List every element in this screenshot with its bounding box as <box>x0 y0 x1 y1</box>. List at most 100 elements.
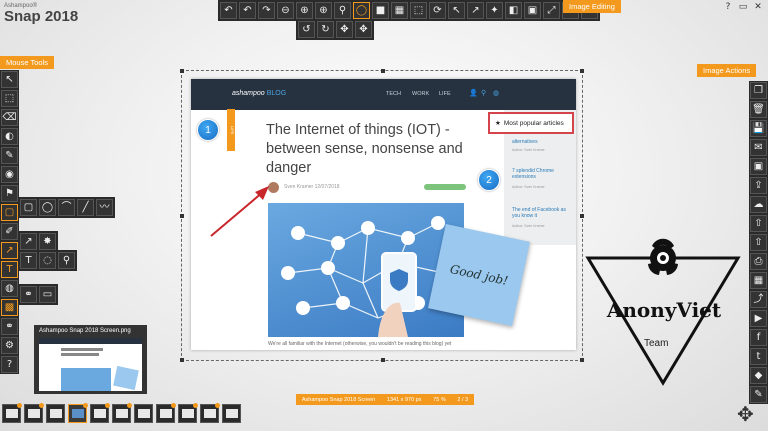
resize-handle[interactable] <box>580 69 584 73</box>
resize-handle[interactable] <box>180 214 184 218</box>
arrow-icon[interactable]: ↗ <box>1 242 18 259</box>
rectangle-icon[interactable]: ▭ <box>39 286 56 303</box>
arrow-icon[interactable]: ↗ <box>20 233 37 250</box>
resize-handle[interactable] <box>580 214 584 218</box>
pointer-icon[interactable]: ↖ <box>448 2 465 19</box>
color-icon[interactable]: ◍ <box>1 280 18 297</box>
filmstrip-thumbnail[interactable] <box>68 403 88 423</box>
twitter-icon[interactable]: t <box>750 348 767 365</box>
undo-icon[interactable]: ↶ <box>239 2 256 19</box>
help-icon[interactable]: ? <box>722 2 734 12</box>
copy-icon[interactable]: ❐ <box>750 82 767 99</box>
filmstrip-thumbnail[interactable] <box>134 404 153 423</box>
stamp-icon[interactable]: ⚑ <box>1 185 18 202</box>
filmstrip-thumbnail[interactable] <box>2 403 22 423</box>
resize-handle[interactable] <box>381 358 385 362</box>
step-marker-2[interactable]: 2 <box>478 169 500 191</box>
marker-icon[interactable]: ✎ <box>1 147 18 164</box>
fill-icon[interactable]: ◉ <box>1 166 18 183</box>
cursor-icon[interactable]: ↖ <box>1 71 18 88</box>
filmstrip-thumbnail[interactable] <box>156 403 176 423</box>
redo-icon[interactable]: ↷ <box>258 2 275 19</box>
filmstrip-thumbnail[interactable] <box>112 403 132 423</box>
shape-icon[interactable]: ▢ <box>1 204 18 221</box>
filmstrip-thumbnail[interactable] <box>222 404 241 423</box>
rectangle-icon[interactable]: ▢ <box>20 199 37 216</box>
pin-icon[interactable]: ⚲ <box>58 252 75 269</box>
curve-icon[interactable]: ⌒ <box>58 199 75 216</box>
line-icon[interactable]: ╱ <box>77 199 94 216</box>
annotation-arrow[interactable] <box>205 180 275 240</box>
export-icon[interactable]: ⇪ <box>750 177 767 194</box>
image-icon[interactable]: ▣ <box>750 158 767 175</box>
resize-handle[interactable] <box>381 69 385 73</box>
fit-to-window-icon[interactable]: ✥ <box>737 402 754 426</box>
facebook-icon[interactable]: f <box>750 329 767 346</box>
filmstrip-thumbnail[interactable] <box>200 403 220 423</box>
rotate-right-icon[interactable]: ↻ <box>317 21 334 38</box>
cursor-icon[interactable]: ↗ <box>467 2 484 19</box>
resize-handle[interactable] <box>180 358 184 362</box>
top-toolbar: ↶ ↶ ↷ ⊖ ⊕ ⊕ ⚲ ◯ ■ ▦ ⬚ ⟳ ↖ ↗ ✦ ◧ ▣ ⤢ ⌗ ? <box>218 0 600 21</box>
upload-icon[interactable]: ⇧ <box>750 234 767 251</box>
filmstrip <box>2 403 241 423</box>
close-icon[interactable]: ✕ <box>752 2 764 12</box>
polyline-icon[interactable]: 〰 <box>96 199 113 216</box>
move-icon[interactable]: ✥ <box>355 21 372 38</box>
magic-icon[interactable]: ✦ <box>486 2 503 19</box>
status-position: 2 / 3 <box>457 396 469 403</box>
grid-icon[interactable]: ▦ <box>750 272 767 289</box>
filmstrip-thumbnail[interactable] <box>46 404 65 423</box>
select-icon[interactable]: ◯ <box>353 2 370 19</box>
text-icon[interactable]: T <box>20 252 37 269</box>
watermark-name: AnonyViet <box>606 298 722 322</box>
print-icon[interactable]: ⎙ <box>750 253 767 270</box>
highlight-icon[interactable]: ◐ <box>1 128 18 145</box>
zoom-out-icon[interactable]: ⊖ <box>277 2 294 19</box>
image-icon[interactable]: ▣ <box>524 2 541 19</box>
filmstrip-thumbnail[interactable] <box>90 403 110 423</box>
thumbnail-preview[interactable]: Ashampoo Snap 2018 Screen.png <box>34 325 147 394</box>
share-icon[interactable]: ⤴ <box>750 291 767 308</box>
user-icon: 👤 <box>469 90 478 97</box>
undo-icon[interactable]: ↶ <box>220 2 237 19</box>
move-icon[interactable]: ✥ <box>336 21 353 38</box>
link-icon[interactable]: ⚭ <box>20 286 37 303</box>
color-icon[interactable]: ◧ <box>505 2 522 19</box>
expand-icon[interactable]: ⤢ <box>543 2 560 19</box>
rectangle-icon[interactable]: ■ <box>372 2 389 19</box>
eraser-icon[interactable]: ⌫ <box>1 109 18 126</box>
delete-icon[interactable]: 🗑 <box>750 101 767 118</box>
ellipse-icon[interactable]: ◯ <box>39 199 56 216</box>
help-icon[interactable]: ? <box>1 356 18 373</box>
link-icon[interactable]: ⚭ <box>1 318 18 335</box>
grid-icon[interactable]: ▦ <box>391 2 408 19</box>
speech-bubble-icon[interactable]: ◌ <box>39 252 56 269</box>
search-icon[interactable]: ⚲ <box>334 2 351 19</box>
rotate-icon[interactable]: ⟳ <box>429 2 446 19</box>
filmstrip-thumbnail[interactable] <box>178 403 198 423</box>
sticky-note[interactable]: Good job! <box>427 223 531 327</box>
resize-handle[interactable] <box>180 69 184 73</box>
email-icon[interactable]: ✉ <box>750 139 767 156</box>
video-icon[interactable]: ▶ <box>750 310 767 327</box>
spark-icon[interactable]: ✸ <box>39 233 56 250</box>
zoom-in-icon[interactable]: ⊕ <box>296 2 313 19</box>
filmstrip-thumbnail[interactable] <box>24 403 44 423</box>
save-icon[interactable]: 💾 <box>750 120 767 137</box>
minimize-icon[interactable]: ▭ <box>737 2 749 12</box>
blur-icon[interactable]: ▩ <box>1 299 18 316</box>
settings-icon[interactable]: ⚙ <box>1 337 18 354</box>
edit-icon[interactable]: ✎ <box>750 386 767 403</box>
crop-icon[interactable]: ⬚ <box>1 90 18 107</box>
text-icon[interactable]: T <box>1 261 18 278</box>
zoom-in-icon[interactable]: ⊕ <box>315 2 332 19</box>
nav-tech: TECH <box>386 91 401 97</box>
resize-icon[interactable]: ⬚ <box>410 2 427 19</box>
pen-icon[interactable]: ✐ <box>1 223 18 240</box>
dropbox-icon[interactable]: ◆ <box>750 367 767 384</box>
cloud-icon[interactable]: ☁ <box>750 196 767 213</box>
upload-icon[interactable]: ⇧ <box>750 215 767 232</box>
step-marker-1[interactable]: 1 <box>197 119 219 141</box>
rotate-left-icon[interactable]: ↺ <box>298 21 315 38</box>
